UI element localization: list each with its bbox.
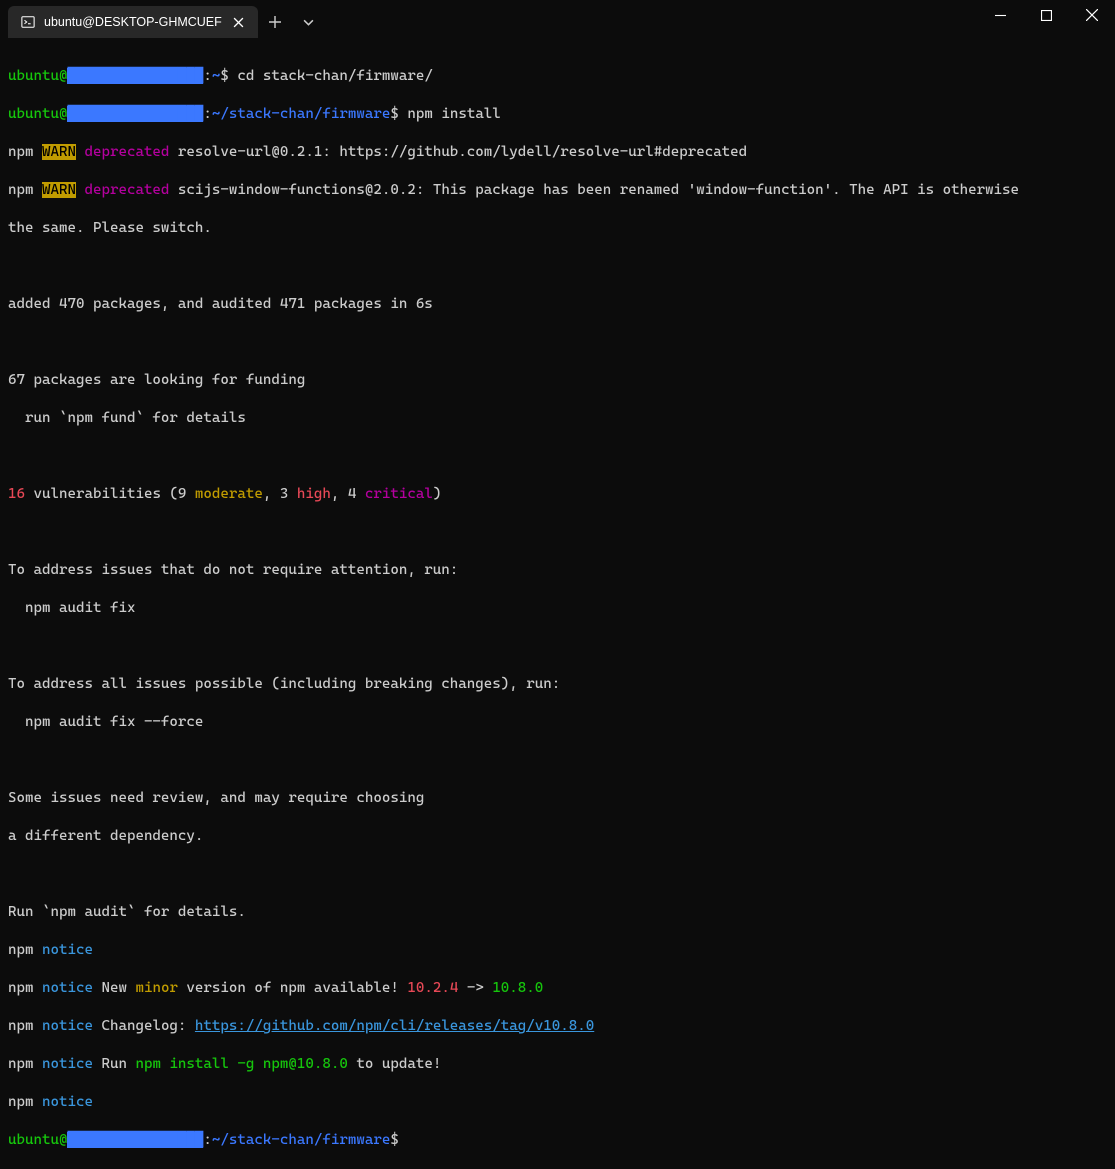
output-line: 16 vulnerabilities (9 moderate, 3 high, … bbox=[8, 485, 1107, 504]
output-line: npm WARN deprecated resolve-url@0.2.1: h… bbox=[8, 143, 1107, 162]
output-line: run `npm fund` for details bbox=[8, 409, 1107, 428]
output-line: 67 packages are looking for funding bbox=[8, 371, 1107, 390]
output-line: npm notice bbox=[8, 1093, 1107, 1112]
terminal-output[interactable]: ubuntu@████████████████:~$ cd stack-chan… bbox=[0, 38, 1115, 1169]
prompt-line: ubuntu@████████████████:~$ cd stack-chan… bbox=[8, 67, 1107, 86]
command-input: cd stack-chan/firmware/ bbox=[237, 68, 432, 84]
blank-line bbox=[8, 523, 1107, 542]
command-input: npm install bbox=[407, 106, 500, 122]
prompt-line: ubuntu@████████████████:~/stack-chan/fir… bbox=[8, 1131, 1107, 1150]
blank-line bbox=[8, 865, 1107, 884]
tab-dropdown-button[interactable] bbox=[292, 6, 326, 38]
output-line: npm audit fix --force bbox=[8, 713, 1107, 732]
output-line: Run `npm audit` for details. bbox=[8, 903, 1107, 922]
blank-line bbox=[8, 447, 1107, 466]
output-line: npm notice Run npm install -g npm@10.8.0… bbox=[8, 1055, 1107, 1074]
new-tab-button[interactable] bbox=[258, 6, 292, 38]
terminal-tab[interactable]: ubuntu@DESKTOP-GHMCUEF bbox=[8, 6, 258, 38]
tab-title: ubuntu@DESKTOP-GHMCUEF bbox=[44, 13, 222, 32]
window-controls bbox=[977, 0, 1115, 38]
terminal-icon bbox=[20, 14, 36, 30]
prompt-line: ubuntu@████████████████:~/stack-chan/fir… bbox=[8, 105, 1107, 124]
output-line: a different dependency. bbox=[8, 827, 1107, 846]
blank-line bbox=[8, 257, 1107, 276]
blank-line bbox=[8, 637, 1107, 656]
output-line: To address issues that do not require at… bbox=[8, 561, 1107, 580]
output-line: Some issues need review, and may require… bbox=[8, 789, 1107, 808]
output-line: the same. Please switch. bbox=[8, 219, 1107, 238]
output-line: npm audit fix bbox=[8, 599, 1107, 618]
output-line: npm notice bbox=[8, 941, 1107, 960]
output-line: added 470 packages, and audited 471 pack… bbox=[8, 295, 1107, 314]
blank-line bbox=[8, 751, 1107, 770]
close-button[interactable] bbox=[1069, 0, 1115, 30]
output-line: npm notice Changelog: https://github.com… bbox=[8, 1017, 1107, 1036]
titlebar: ubuntu@DESKTOP-GHMCUEF bbox=[0, 0, 1115, 38]
maximize-button[interactable] bbox=[1023, 0, 1069, 30]
minimize-button[interactable] bbox=[977, 0, 1023, 30]
tab-close-button[interactable] bbox=[230, 13, 248, 31]
output-line: To address all issues possible (includin… bbox=[8, 675, 1107, 694]
changelog-link[interactable]: https://github.com/npm/cli/releases/tag/… bbox=[195, 1018, 594, 1034]
output-line: npm notice New minor version of npm avai… bbox=[8, 979, 1107, 998]
output-line: npm WARN deprecated scijs-window-functio… bbox=[8, 181, 1107, 200]
blank-line bbox=[8, 333, 1107, 352]
